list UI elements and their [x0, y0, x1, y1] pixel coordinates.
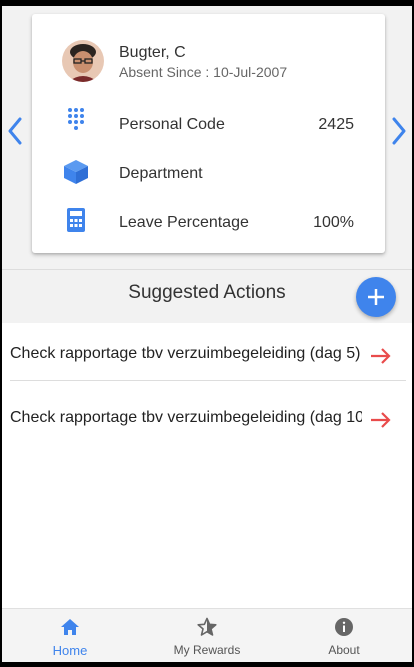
calculator-icon [62, 206, 90, 234]
add-action-button[interactable] [356, 277, 396, 317]
personal-code-label: Personal Code [119, 116, 225, 133]
suggested-action-item[interactable]: Check rapportage tbv verzuimbegeleiding … [2, 391, 412, 447]
nav-home-label: Home [52, 643, 88, 658]
previous-employee-button[interactable] [4, 113, 26, 149]
home-icon [61, 619, 79, 635]
nav-my-rewards-label: My Rewards [173, 643, 241, 657]
info-icon [335, 618, 353, 636]
leave-percentage-label: Leave Percentage [119, 214, 249, 231]
list-divider [10, 380, 406, 381]
dialpad-icon [62, 106, 90, 134]
arrow-right-icon [371, 412, 391, 428]
nav-about-label: About [328, 643, 360, 657]
chevron-left-icon [8, 117, 22, 145]
next-employee-button[interactable] [388, 113, 410, 149]
suggested-action-text: Check rapportage tbv verzuimbegeleiding … [10, 345, 361, 362]
absent-since: Absent Since : 10-Jul-2007 [119, 64, 288, 80]
app-screen: Bugter, C Absent Since : 10-Jul-2007 Per… [2, 6, 412, 662]
avatar-image [62, 40, 104, 82]
suggested-action-text: Check rapportage tbv verzuimbegeleiding … [10, 409, 362, 426]
star-icon [197, 617, 217, 636]
personal-code-value: 2425 [318, 116, 354, 133]
cube-icon [62, 158, 90, 186]
employee-section: Bugter, C Absent Since : 10-Jul-2007 Per… [2, 6, 412, 269]
avatar[interactable] [62, 40, 104, 82]
leave-percentage-value: 100% [313, 214, 354, 231]
suggested-actions-title: Suggested Actions [128, 282, 286, 303]
employee-name: Bugter, C [119, 44, 186, 61]
plus-icon [368, 289, 384, 305]
department-label: Department [119, 165, 203, 182]
arrow-right-icon [371, 348, 391, 364]
chevron-right-icon [392, 117, 406, 145]
bottom-navigation: Home My Rewards About [2, 608, 412, 662]
employee-card: Bugter, C Absent Since : 10-Jul-2007 Per… [32, 14, 385, 253]
nav-home[interactable]: Home [2, 609, 138, 662]
nav-my-rewards[interactable]: My Rewards [139, 609, 275, 662]
suggested-action-item[interactable]: Check rapportage tbv verzuimbegeleiding … [2, 327, 412, 383]
nav-about[interactable]: About [276, 609, 412, 662]
